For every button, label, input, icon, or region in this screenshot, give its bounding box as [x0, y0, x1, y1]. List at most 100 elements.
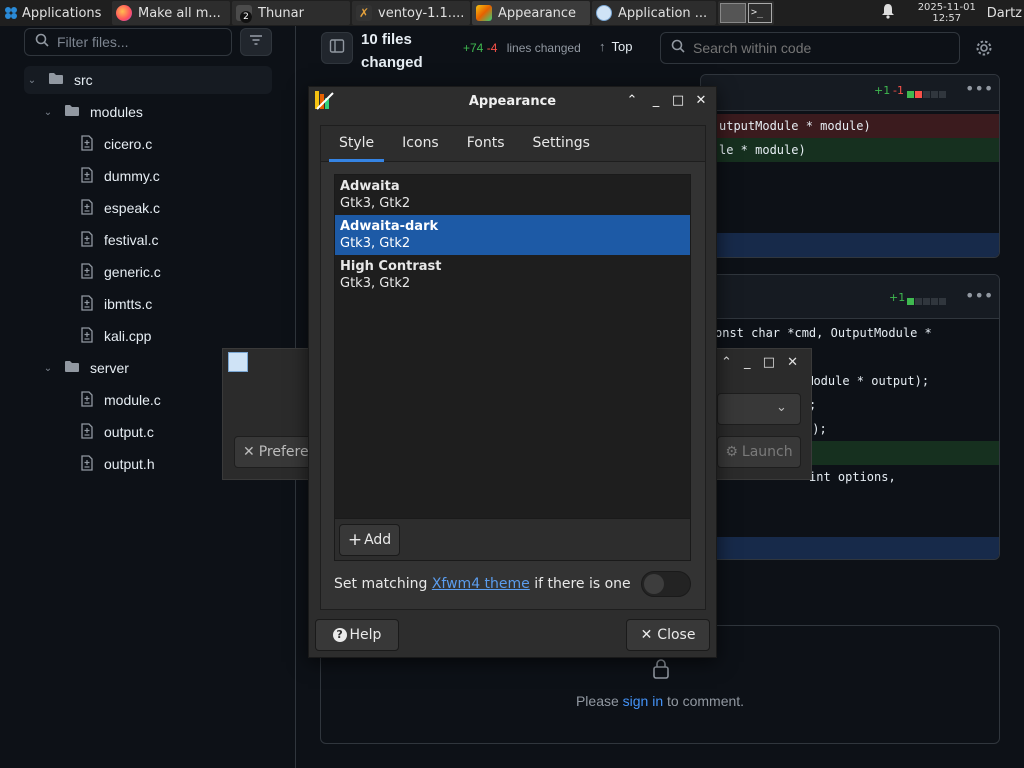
file-diff-icon	[80, 134, 94, 154]
theme-item[interactable]: High Contrast Gtk3, Gtk2	[335, 255, 690, 295]
preferences-icon: ✕	[243, 444, 255, 460]
preferences-button[interactable]: ✕ Prefere	[234, 436, 314, 468]
more-options-icon[interactable]: •••	[965, 286, 993, 305]
window-minimize-button[interactable]: _	[647, 92, 665, 110]
filter-options-button[interactable]	[240, 28, 272, 56]
window-maximize-button[interactable]: □	[763, 355, 775, 370]
tab-fonts[interactable]: Fonts	[457, 135, 515, 161]
clock[interactable]: 2025-11-01 12:57	[915, 2, 979, 24]
applications-menu[interactable]: Applications	[0, 1, 110, 25]
taskbar-window-thunar[interactable]: 2 Thunar	[232, 1, 350, 25]
search-icon	[671, 39, 685, 57]
add-theme-button[interactable]: + Add	[339, 524, 400, 556]
theme-support: Gtk3, Gtk2	[340, 196, 411, 211]
tree-file[interactable]: festival.c	[24, 226, 272, 254]
files-changed-line2: changed	[361, 54, 423, 71]
tree-folder[interactable]: ⌄ modules	[24, 98, 272, 126]
window-shade-button[interactable]: ⌃	[721, 355, 732, 370]
theme-support: Gtk3, Gtk2	[340, 276, 411, 291]
theme-list[interactable]: Adwaita Gtk3, Gtk2 Adwaita-dark Gtk3, Gt…	[334, 174, 691, 519]
clock-date: 2025-11-01	[917, 2, 976, 13]
diff-added-line: le * module)	[701, 138, 999, 162]
taskbar-window-firefox[interactable]: Make all m...	[112, 1, 230, 25]
taskbar: Applications Make all m... 2 Thunar ✗ ve…	[0, 0, 1024, 26]
theme-list-toolbar: + Add	[334, 519, 691, 561]
preferences-label: Prefere	[258, 444, 309, 460]
window-minimize-button[interactable]: _	[744, 355, 751, 370]
more-options-icon[interactable]: •••	[965, 79, 993, 98]
help-button[interactable]: ? Help	[315, 619, 399, 651]
tab-icons[interactable]: Icons	[392, 135, 449, 161]
window-controls: ⌃ _ □ ✕	[721, 355, 798, 370]
tree-item-label: espeak.c	[104, 200, 161, 216]
switch-knob	[644, 574, 664, 594]
workspace-1-icon[interactable]	[720, 3, 746, 23]
code-search-field[interactable]	[660, 32, 960, 64]
tree-file[interactable]: cicero.c	[24, 130, 272, 158]
diff-hunk-expander[interactable]	[701, 537, 999, 559]
filter-files-input[interactable]	[57, 34, 217, 50]
category-dropdown[interactable]: ⌄	[717, 393, 801, 425]
taskbar-window-label: Thunar	[258, 5, 304, 21]
window-close-button[interactable]: ✕	[692, 92, 710, 110]
app-finder-icon	[596, 5, 612, 21]
dialog-titlebar[interactable]: Appearance ⌃ _ □ ✕	[309, 87, 716, 115]
line-change-summary: +74 -4 lines changed	[463, 41, 581, 55]
matching-theme-switch[interactable]	[641, 571, 691, 597]
diff-file-panel: +1 -1 ••• utputModule * module) le * mod…	[700, 74, 1000, 258]
taskbar-window-label: Make all m...	[138, 5, 221, 21]
chevron-down-icon[interactable]: ⌄	[24, 75, 40, 86]
taskbar-window-ventoy[interactable]: ✗ ventoy-1.1....	[352, 1, 470, 25]
theme-item[interactable]: Adwaita Gtk3, Gtk2	[335, 175, 690, 215]
launch-button[interactable]: ⚙ Launch	[717, 436, 801, 468]
sign-in-prompt: Please sign in to comment.	[321, 693, 999, 709]
tree-file[interactable]: kali.cpp	[24, 322, 272, 350]
tree-file[interactable]: generic.c	[24, 258, 272, 286]
xfwm4-theme-link[interactable]: Xfwm4 theme	[432, 576, 530, 592]
notification-bell-icon[interactable]	[881, 3, 901, 23]
arrow-up-icon: ↑	[599, 39, 606, 54]
diff-hunk-expander[interactable]	[701, 233, 999, 257]
window-close-button[interactable]: ✕	[787, 355, 798, 370]
window-maximize-button[interactable]: □	[669, 92, 687, 110]
code-search-input[interactable]	[693, 40, 943, 56]
user-name[interactable]: Dartz	[987, 6, 1022, 21]
diff-code-line: onst char *cmd, OutputModule *	[715, 326, 932, 340]
tree-item-label: output.c	[104, 424, 154, 440]
chevron-down-icon[interactable]: ⌄	[40, 107, 56, 118]
files-changed-line1: 10 files	[361, 31, 412, 48]
workspace-switcher[interactable]: >_	[718, 1, 774, 25]
close-button[interactable]: ✕ Close	[626, 619, 710, 651]
filter-icon	[249, 34, 263, 50]
appearance-icon	[476, 5, 492, 21]
tab-settings[interactable]: Settings	[523, 135, 600, 161]
tree-file[interactable]: ibmtts.c	[24, 290, 272, 318]
tree-file[interactable]: espeak.c	[24, 194, 272, 222]
taskbar-window-app-finder[interactable]: Application ...	[592, 1, 716, 25]
chevron-down-icon[interactable]: ⌄	[40, 363, 56, 374]
tree-item-label: modules	[90, 104, 143, 120]
tab-style[interactable]: Style	[329, 135, 385, 162]
top-link[interactable]: ↑ Top	[599, 39, 632, 54]
taskbar-window-appearance[interactable]: Appearance	[472, 1, 590, 25]
tree-folder[interactable]: ⌄ src	[24, 66, 272, 94]
sign-in-link[interactable]: sign in	[623, 693, 663, 709]
tree-item-label: festival.c	[104, 232, 159, 248]
files-changed-count: 10 files changed	[361, 28, 423, 74]
diff-file-header: +1 •••	[701, 275, 999, 319]
theme-name: Adwaita	[340, 179, 400, 194]
theme-item-selected[interactable]: Adwaita-dark Gtk3, Gtk2	[335, 215, 690, 255]
launch-label: Launch	[741, 444, 793, 460]
tree-file[interactable]: dummy.c	[24, 162, 272, 190]
theme-name: High Contrast	[340, 259, 442, 274]
filter-files-field[interactable]	[24, 28, 232, 56]
theme-name: Adwaita-dark	[340, 219, 439, 234]
settings-gear-icon[interactable]	[975, 39, 993, 61]
search-icon	[35, 33, 49, 51]
window-count-badge: 2	[240, 11, 252, 23]
tree-item-label: output.h	[104, 456, 155, 472]
window-shade-button[interactable]: ⌃	[623, 92, 641, 110]
toggle-file-tree-button[interactable]	[321, 32, 353, 64]
sign-in-prefix: Please	[575, 693, 623, 709]
terminal-icon[interactable]: >_	[748, 3, 772, 23]
